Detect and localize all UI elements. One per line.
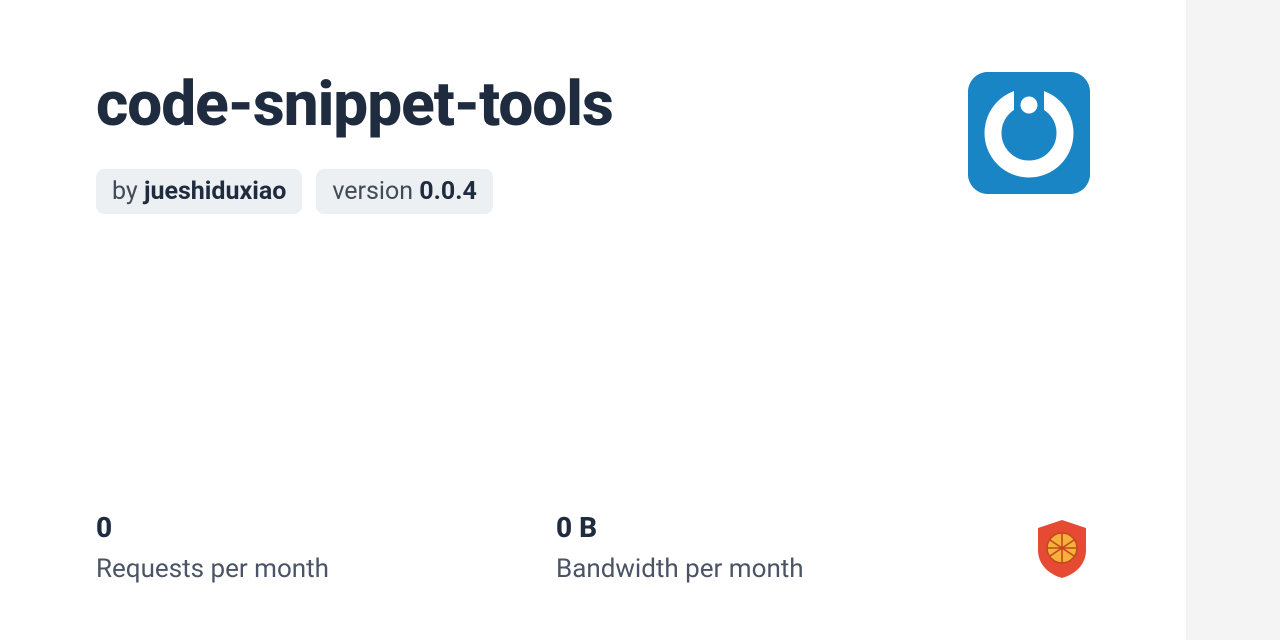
bandwidth-value: 0 B — [556, 511, 1016, 544]
requests-stat: 0 Requests per month — [96, 511, 556, 584]
author-badge[interactable]: by jueshiduxiao — [96, 169, 302, 214]
badges: by jueshiduxiao version 0.0.4 — [96, 169, 968, 214]
author-name: jueshiduxiao — [144, 177, 286, 206]
version-number: 0.0.4 — [419, 177, 477, 206]
right-strip — [1186, 0, 1280, 640]
version-badge[interactable]: version 0.0.4 — [316, 169, 492, 214]
requests-value: 0 — [96, 511, 556, 544]
package-card: code-snippet-tools by jueshiduxiao versi… — [0, 0, 1186, 640]
author-prefix: by — [112, 177, 144, 206]
bandwidth-stat: 0 B Bandwidth per month — [556, 511, 1016, 584]
header-row: code-snippet-tools by jueshiduxiao versi… — [96, 72, 1090, 214]
avatar — [968, 72, 1090, 194]
header-left: code-snippet-tools by jueshiduxiao versi… — [96, 72, 968, 214]
package-title: code-snippet-tools — [96, 72, 968, 137]
requests-label: Requests per month — [96, 554, 556, 584]
avatar-g-icon — [968, 72, 1090, 194]
version-prefix: version — [332, 177, 419, 206]
jsdelivr-shield-icon — [1034, 518, 1090, 584]
bandwidth-label: Bandwidth per month — [556, 554, 1016, 584]
stats-row: 0 Requests per month 0 B Bandwidth per m… — [96, 511, 1090, 584]
